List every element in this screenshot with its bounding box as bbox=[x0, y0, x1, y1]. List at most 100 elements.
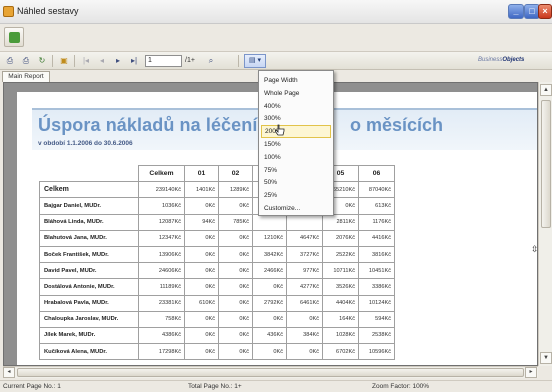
row-label: Blahutová Jana, MUDr. bbox=[39, 229, 139, 247]
last-page-icon[interactable]: ▸| bbox=[128, 55, 140, 67]
window-title: Náhled sestavy bbox=[17, 6, 79, 16]
table-cell: 2538Kč bbox=[358, 326, 395, 345]
group-tree-icon[interactable]: ▣ bbox=[58, 55, 70, 67]
zoom-menu-item[interactable]: 200% bbox=[261, 125, 331, 139]
horizontal-scrollbar[interactable]: ◂ ▸ bbox=[3, 366, 538, 378]
total-page-status: Total Page No.: 1+ bbox=[188, 383, 242, 390]
table-cell: 4647Kč bbox=[286, 229, 323, 247]
table-cell: 2522Kč bbox=[322, 245, 359, 264]
close-icon[interactable]: × bbox=[538, 4, 552, 19]
table-cell: 0Kč bbox=[252, 310, 287, 328]
report-period: v období 1.1.2006 do 30.6.2006 bbox=[38, 140, 133, 147]
export-icon[interactable] bbox=[4, 27, 24, 47]
tab-main-report[interactable]: Main Report bbox=[2, 71, 50, 82]
viewer-toolbar: ⎙ ⎙ ↻ ▣ |◂ ◂ ▸ ▸| 1 /1+ ⌕ ▤ ▾ BusinessOb… bbox=[0, 52, 552, 70]
table-cell: 2076Kč bbox=[322, 229, 359, 247]
table-cell: 613Kč bbox=[358, 197, 395, 215]
table-cell: 594Kč bbox=[358, 310, 395, 328]
table-cell: 6461Kč bbox=[286, 294, 323, 312]
table-header-row: Celkem 01 02 05 06 bbox=[39, 164, 395, 183]
zoom-menu-item[interactable]: 300% bbox=[261, 112, 331, 125]
horizontal-scroll-thumb[interactable] bbox=[17, 368, 524, 377]
table-cell: 6702Kč bbox=[322, 343, 359, 361]
zoom-menu-item[interactable]: Customize... bbox=[261, 202, 331, 215]
vertical-scroll-thumb[interactable] bbox=[541, 100, 551, 228]
table-cell: 4404Kč bbox=[322, 294, 359, 312]
export-report-icon[interactable]: ⎙ bbox=[4, 55, 16, 67]
zoom-menu-item[interactable]: 150% bbox=[261, 138, 331, 151]
table-row: Bláhová Linda, MUDr. 12087Kč 94Kč 785Kč 2811… bbox=[39, 213, 395, 231]
table-cell: 10711Kč bbox=[322, 262, 359, 280]
table-row-total: Celkem 239140Kč 1401Kč 1289Kč 65210Kč 87040Kč bbox=[39, 181, 395, 199]
table-row: Boček František, MUDr. 13906Kč 0Kč 0Kč 3842K… bbox=[39, 245, 395, 264]
zoom-menu-item[interactable]: 100% bbox=[261, 151, 331, 164]
table-cell: 0Kč bbox=[184, 245, 219, 264]
toolbar-separator bbox=[238, 55, 239, 67]
scroll-up-icon[interactable]: ▲ bbox=[540, 84, 552, 96]
table-cell: 0Kč bbox=[184, 326, 219, 345]
column-header: 02 bbox=[218, 164, 253, 183]
app-icon bbox=[3, 6, 14, 17]
zoom-menu-item[interactable]: Whole Page bbox=[261, 87, 331, 100]
search-icon[interactable]: ⌕ bbox=[205, 55, 217, 67]
table-cell: 0Kč bbox=[252, 343, 287, 361]
prev-page-icon[interactable]: ◂ bbox=[96, 55, 108, 67]
zoom-menu-item[interactable]: 75% bbox=[261, 164, 331, 177]
zoom-menu-item[interactable]: Page Width bbox=[261, 74, 331, 87]
table-cell: 239140Kč bbox=[138, 181, 185, 199]
table-row: Dostálová Antonie, MUDr. 11189Kč 0Kč 0Kč 0Kč… bbox=[39, 278, 395, 296]
vertical-scrollbar[interactable]: ▲ ▼ bbox=[538, 82, 552, 366]
resize-cursor-icon: ⇳ bbox=[531, 244, 539, 254]
table-cell: 4386Kč bbox=[138, 326, 185, 345]
zoom-menu-item[interactable]: 25% bbox=[261, 189, 331, 202]
table-cell: 10596Kč bbox=[358, 343, 395, 361]
report-table: Celkem 01 02 05 06 Celkem 239140Kč 1401Kč 1… bbox=[39, 164, 395, 361]
row-label: Celkem bbox=[39, 181, 139, 199]
zoom-icon[interactable]: ▤ ▾ bbox=[244, 54, 266, 68]
table-cell: 0Kč bbox=[218, 245, 253, 264]
row-label: Boček František, MUDr. bbox=[39, 245, 139, 264]
table-cell: 3816Kč bbox=[358, 245, 395, 264]
table-cell: 2466Kč bbox=[252, 262, 287, 280]
first-page-icon[interactable]: |◂ bbox=[80, 55, 92, 67]
scroll-left-icon[interactable]: ◂ bbox=[3, 367, 15, 378]
column-header: 06 bbox=[358, 164, 395, 183]
table-cell: 0Kč bbox=[218, 294, 253, 312]
zoom-menu: Page Width Whole Page 400% 300% 200% 150% 100%… bbox=[258, 70, 334, 216]
refresh-icon[interactable]: ↻ bbox=[36, 55, 48, 67]
table-cell: 10124Kč bbox=[358, 294, 395, 312]
table-cell: 0Kč bbox=[218, 229, 253, 247]
table-cell: 2811Kč bbox=[322, 213, 359, 231]
table-cell: 0Kč bbox=[218, 343, 253, 361]
next-page-icon[interactable]: ▸ bbox=[112, 55, 124, 67]
table-cell: 2792Kč bbox=[252, 294, 287, 312]
action-bar bbox=[0, 24, 552, 52]
table-body: Celkem 239140Kč 1401Kč 1289Kč 65210Kč 87040Kč… bbox=[39, 181, 395, 361]
report-preview-window: Náhled sestavy _ □ × ⎙ ⎙ ↻ ▣ |◂ ◂ ▸ ▸| 1… bbox=[0, 0, 552, 392]
table-row: Kučíková Alena, MUDr. 17298Kč 0Kč 0Kč 0Kč 0Kč… bbox=[39, 343, 395, 361]
row-label: Bláhová Linda, MUDr. bbox=[39, 213, 139, 231]
table-cell: 3727Kč bbox=[286, 245, 323, 264]
zoom-menu-item[interactable]: 50% bbox=[261, 176, 331, 189]
scroll-right-icon[interactable]: ▸ bbox=[525, 367, 537, 378]
table-cell: 24606Kč bbox=[138, 262, 185, 280]
print-icon[interactable]: ⎙ bbox=[20, 55, 32, 67]
table-cell: 436Kč bbox=[252, 326, 287, 345]
table-cell: 1401Kč bbox=[184, 181, 219, 199]
table-cell: 3842Kč bbox=[252, 245, 287, 264]
row-label: Jílek Marek, MUDr. bbox=[39, 326, 139, 345]
table-cell: 0Kč bbox=[184, 197, 219, 215]
page-number-input[interactable]: 1 bbox=[145, 55, 182, 67]
table-cell: 384Kč bbox=[286, 326, 323, 345]
table-cell: 0Kč bbox=[184, 310, 219, 328]
table-cell: 0Kč bbox=[184, 343, 219, 361]
table-cell: 0Kč bbox=[252, 278, 287, 296]
minimize-icon[interactable]: _ bbox=[508, 4, 524, 19]
zoom-menu-item[interactable]: 400% bbox=[261, 100, 331, 113]
table-cell: 0Kč bbox=[286, 343, 323, 361]
scroll-down-icon[interactable]: ▼ bbox=[540, 352, 552, 364]
table-cell: 977Kč bbox=[286, 262, 323, 280]
zoom-factor-status: Zoom Factor: 100% bbox=[372, 383, 430, 390]
table-cell: 0Kč bbox=[218, 310, 253, 328]
table-cell bbox=[286, 213, 323, 231]
